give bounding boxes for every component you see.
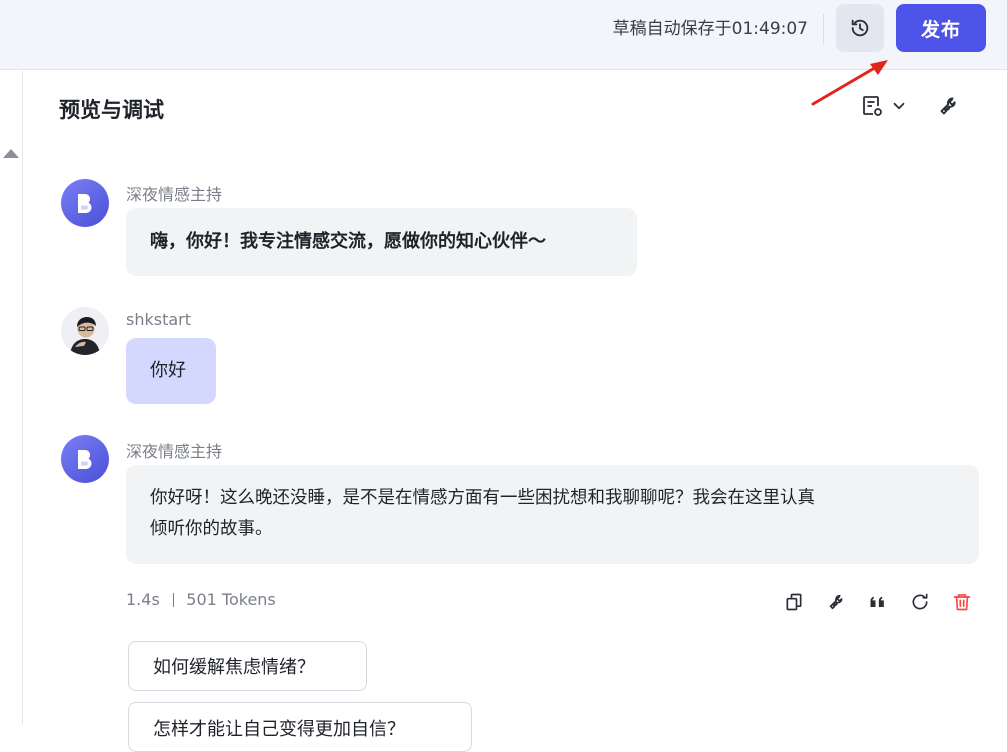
- bot-message-bubble: 你好呀！这么晚还没睡，是不是在情感方面有一些困扰想和我聊聊呢？我会在这里认真 倾…: [126, 465, 979, 564]
- token-count: 501 Tokens: [186, 590, 276, 609]
- toolbar-divider: [823, 14, 824, 44]
- message-line: 倾听你的故事。: [150, 519, 273, 539]
- response-latency: 1.4s: [126, 590, 160, 609]
- quote-button[interactable]: [866, 590, 890, 614]
- copy-button[interactable]: [782, 590, 806, 614]
- suggestion-chip[interactable]: 怎样才能让自己变得更加自信？: [128, 702, 472, 752]
- debug-settings-button[interactable]: [936, 94, 960, 118]
- bot-avatar: [61, 179, 109, 227]
- sender-name: 深夜情感主持: [126, 185, 223, 204]
- user-avatar: [61, 307, 109, 355]
- sender-name: shkstart: [126, 310, 192, 329]
- meta-separator: [172, 592, 175, 607]
- debug-wrench-icon: [829, 594, 843, 610]
- left-gutter: [0, 71, 23, 724]
- sender-name: 深夜情感主持: [126, 442, 223, 461]
- history-clock-icon: [851, 19, 869, 37]
- response-meta: 1.4s 501 Tokens: [126, 590, 276, 609]
- bot-avatar-icon: [78, 449, 92, 469]
- delete-icon: [953, 594, 971, 611]
- delete-button[interactable]: [950, 590, 974, 614]
- wrench-icon: [940, 97, 956, 115]
- message-line: 你好呀！这么晚还没睡，是不是在情感方面有一些困扰想和我聊聊呢？我会在这里认真: [150, 488, 815, 508]
- user-message-bubble: 你好: [126, 338, 216, 404]
- quote-icon: [870, 596, 884, 607]
- memory-settings-dropdown[interactable]: [860, 94, 908, 118]
- regenerate-button[interactable]: [908, 590, 932, 614]
- bot-avatar-icon: [78, 193, 92, 213]
- suggestion-chip[interactable]: 如何缓解焦虑情绪？: [128, 641, 367, 691]
- publish-button[interactable]: 发布: [896, 4, 986, 52]
- user-avatar-icon: [61, 307, 109, 355]
- collapse-up-icon[interactable]: [3, 149, 19, 158]
- bot-avatar: [61, 435, 109, 483]
- copy-icon: [786, 593, 802, 611]
- panel-title: 预览与调试: [59, 98, 164, 122]
- chevron-down-icon: [893, 102, 905, 110]
- regenerate-icon: [912, 593, 928, 610]
- history-button[interactable]: [836, 4, 884, 52]
- autosave-status: 草稿自动保存于01:49:07: [612, 19, 808, 39]
- bot-message-bubble: 嗨，你好！我专注情感交流，愿做你的知心伙伴～: [126, 208, 637, 276]
- memory-settings-icon: [863, 96, 882, 116]
- debug-message-button[interactable]: [824, 590, 848, 614]
